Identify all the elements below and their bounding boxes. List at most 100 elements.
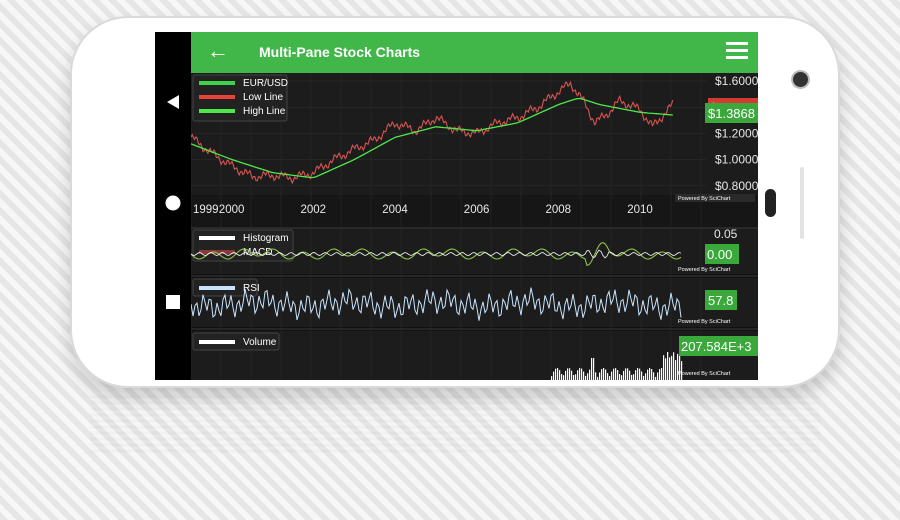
volume-bar — [627, 368, 629, 380]
price-x-tick: 2004 — [382, 204, 408, 216]
volume-bar — [621, 375, 623, 380]
volume-bar — [583, 371, 585, 380]
legend-swatch-histogram — [199, 236, 235, 240]
volume-bar — [667, 352, 669, 380]
side-button — [800, 167, 804, 239]
back-button[interactable]: ← — [207, 38, 229, 64]
volume-bar — [579, 368, 581, 380]
price-x-tick: 1999 — [193, 204, 219, 216]
legend-swatch-volume — [199, 340, 235, 344]
multi-pane-chart[interactable]: $1.6000$1.4000$1.2000$1.0000$0.8000 1999… — [191, 73, 758, 380]
volume-bar — [605, 369, 607, 380]
price-x-tick: 2006 — [464, 204, 490, 216]
volume-bar — [625, 368, 627, 380]
triangle-back-icon — [167, 95, 179, 109]
volume-bar — [601, 369, 603, 380]
price-y-tick: $1.2000 — [715, 126, 758, 140]
volume-bar — [663, 355, 665, 380]
price-x-tick: 2010 — [627, 204, 653, 216]
volume-bar — [551, 376, 553, 380]
volume-bar — [563, 375, 565, 380]
legend-high-line: High Line — [243, 106, 286, 117]
volume-badge-text: 207.584E+3 — [681, 339, 751, 354]
square-recents-icon — [166, 295, 180, 309]
app-bar: ← Multi-Pane Stock Charts — [191, 32, 758, 73]
legend-low-line: Low Line — [243, 92, 283, 103]
volume-bar — [665, 358, 667, 380]
volume-bar — [659, 369, 661, 380]
arrow-left-icon: ← — [207, 38, 229, 63]
volume-bar — [619, 374, 621, 380]
volume-bar — [567, 368, 569, 380]
volume-bar — [591, 358, 593, 380]
volume-bar — [655, 376, 657, 380]
price-x-tick: 2008 — [546, 204, 572, 216]
volume-bar — [637, 368, 639, 380]
price-y-tick: $1.6000 — [715, 74, 758, 88]
volume-bar — [575, 374, 577, 380]
volume-bar — [671, 355, 673, 380]
volume-bar — [603, 368, 605, 380]
phone-screen: ← Multi-Pane Stock Charts $1.6000$1.4000… — [155, 32, 758, 380]
volume-bar — [673, 352, 675, 380]
volume-bar — [651, 369, 653, 380]
nav-recents-button[interactable] — [155, 294, 191, 315]
volume-bar — [617, 370, 619, 380]
legend-volume: Volume — [243, 337, 277, 348]
volume-bar — [581, 368, 583, 380]
volume-bar — [609, 376, 611, 380]
price-y-tick: $1.0000 — [715, 153, 758, 167]
volume-bar — [555, 368, 557, 380]
hamburger-menu-icon[interactable] — [726, 42, 748, 59]
volume-bar — [643, 375, 645, 380]
legend-swatch-low — [199, 95, 235, 99]
volume-bar — [557, 368, 559, 380]
price-x-tick: 2000 — [219, 204, 245, 216]
volume-bar — [615, 368, 617, 380]
powered-by-price: Powered By SciChart — [675, 194, 755, 202]
camera-icon — [793, 72, 808, 87]
legend-swatch-eurusd — [199, 81, 235, 85]
volume-legend: Volume — [192, 332, 280, 351]
volume-bar — [573, 375, 575, 380]
svg-text:Powered By SciChart: Powered By SciChart — [678, 196, 731, 202]
macd-badge-text: 0.00 — [707, 247, 732, 262]
volume-bar — [629, 370, 631, 380]
macd-tick-label: 0.05 — [714, 227, 738, 241]
volume-bar — [613, 368, 615, 380]
nav-back-button[interactable] — [155, 94, 191, 115]
rsi-badge-text: 57.8 — [708, 293, 733, 308]
legend-swatch-high — [199, 109, 235, 113]
legend-eurusd: EUR/USD — [243, 78, 288, 89]
volume-bar — [599, 372, 601, 380]
volume-bar — [647, 369, 649, 380]
volume-bar — [633, 374, 635, 380]
android-nav-bar — [155, 32, 191, 380]
macd-legend: Histogram MACD — [192, 229, 294, 262]
volume-bar — [635, 370, 637, 380]
volume-bar — [661, 368, 663, 380]
volume-bar — [669, 357, 671, 380]
volume-bar — [611, 371, 613, 380]
volume-bar — [631, 374, 633, 380]
volume-bar — [585, 375, 587, 380]
legend-swatch-rsi — [199, 286, 235, 290]
price-y-tick: $0.8000 — [715, 179, 758, 193]
volume-bar — [577, 370, 579, 380]
nav-home-button[interactable] — [155, 194, 191, 217]
volume-bar — [639, 368, 641, 380]
volume-bar — [657, 372, 659, 380]
page-title: Multi-Pane Stock Charts — [259, 44, 421, 60]
volume-bar — [595, 372, 597, 380]
volume-bar — [623, 370, 625, 380]
volume-bar — [571, 370, 573, 380]
volume-bar — [641, 371, 643, 380]
circle-home-icon — [165, 195, 181, 211]
volume-bar — [649, 368, 651, 380]
volume-bar — [589, 369, 591, 380]
price-x-tick: 2002 — [301, 204, 327, 216]
volume-bar — [565, 370, 567, 380]
volume-bar — [587, 373, 589, 380]
speaker-icon — [765, 189, 776, 217]
volume-bar — [561, 374, 563, 380]
